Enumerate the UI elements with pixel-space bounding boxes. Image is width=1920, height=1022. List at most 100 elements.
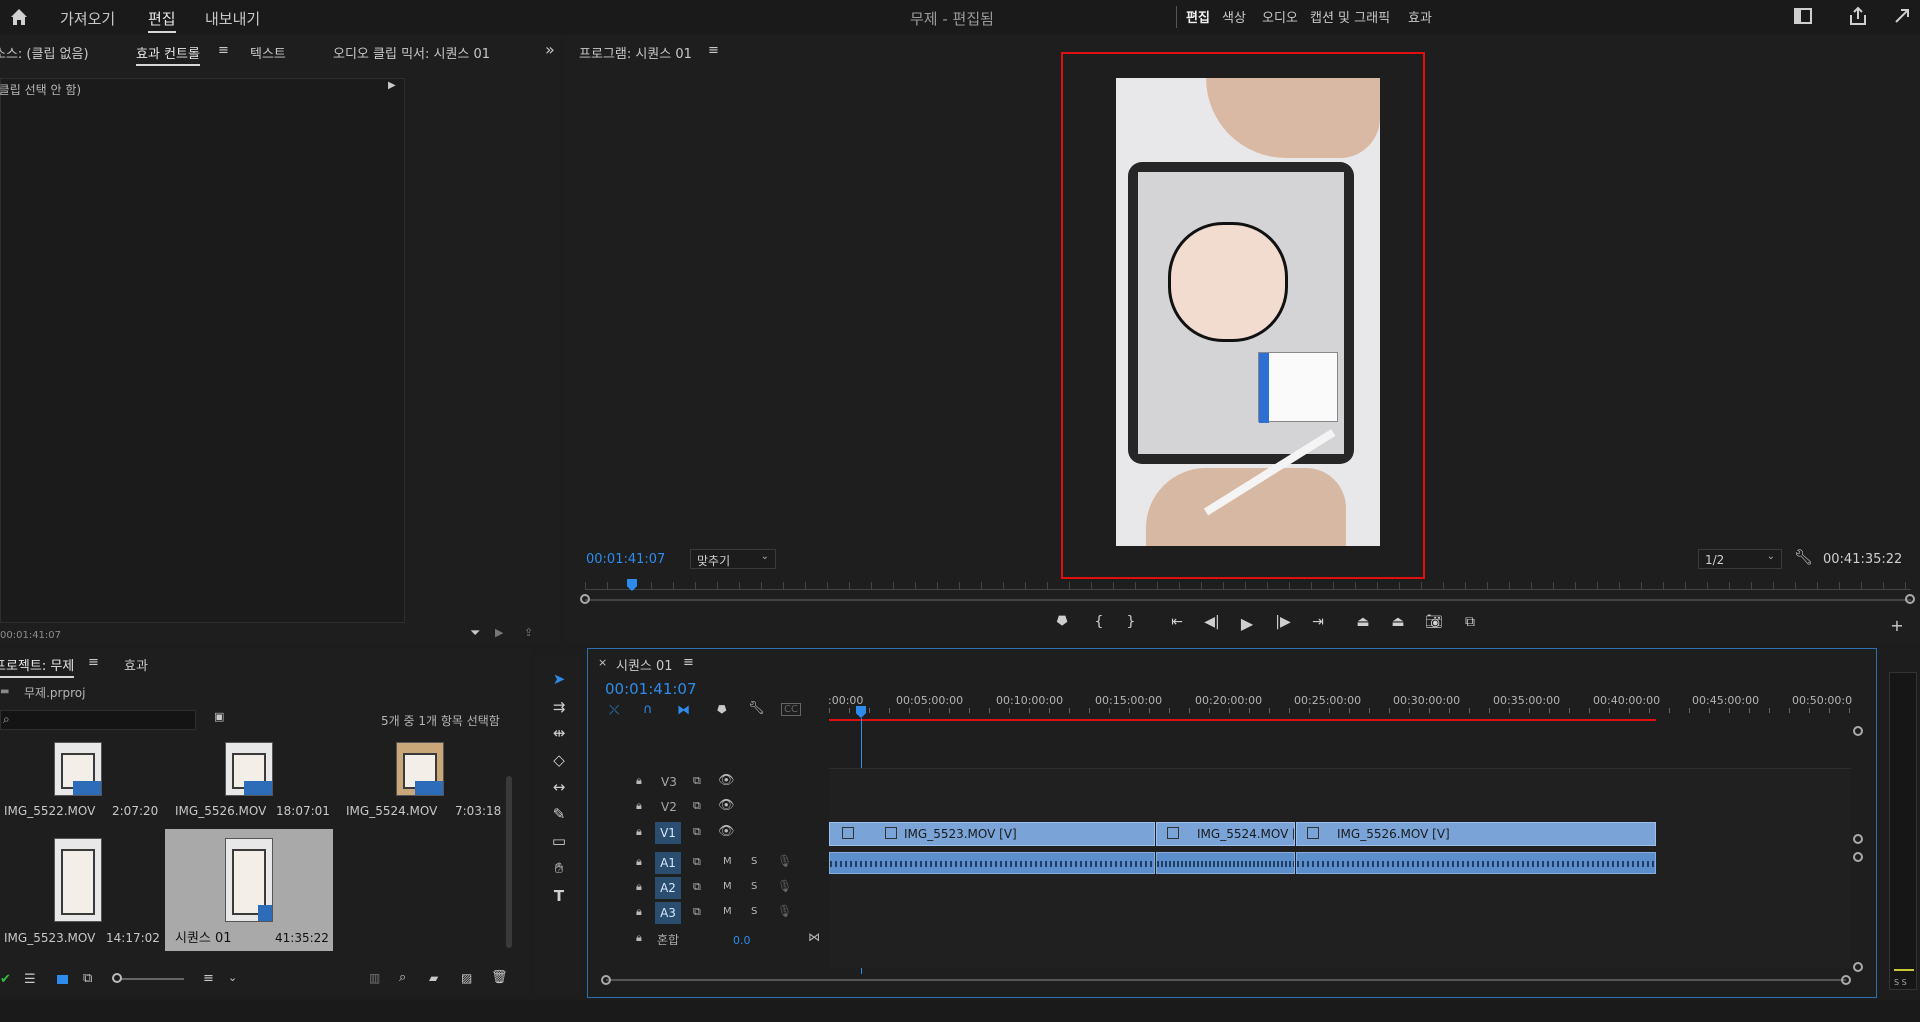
mark-in-icon[interactable]: { bbox=[1088, 614, 1110, 630]
vertical-scroll-handle[interactable] bbox=[1853, 962, 1863, 972]
program-timecode[interactable]: 00:01:41:07 bbox=[586, 552, 665, 567]
audio-clip-img5526[interactable] bbox=[1296, 852, 1656, 874]
tab-export[interactable]: 내보내기 bbox=[205, 8, 260, 29]
track-select-icon[interactable]: ⇉ bbox=[548, 696, 570, 718]
mute-button[interactable]: M bbox=[723, 881, 732, 892]
check-icon[interactable]: ✔ bbox=[0, 972, 11, 987]
automate-icon[interactable]: ▥ bbox=[369, 971, 380, 985]
video-clip-img5523[interactable]: IMG_5523.MOV [V] bbox=[829, 822, 1155, 846]
go-to-end-icon[interactable]: ⋈ bbox=[808, 930, 820, 944]
expand-arrow-icon[interactable]: ▶ bbox=[388, 80, 396, 91]
panel-overflow-icon[interactable]: » bbox=[545, 40, 555, 59]
extract-icon[interactable]: ⏏ bbox=[1387, 614, 1409, 630]
new-bin-icon[interactable]: ▰ bbox=[429, 971, 438, 985]
freeform-view-icon[interactable]: ⧉ bbox=[83, 971, 92, 986]
icon-view-icon[interactable] bbox=[57, 975, 68, 984]
video-clip-img5524[interactable]: IMG_5524.MOV [V] bbox=[1156, 822, 1295, 846]
tab-import[interactable]: 가져오기 bbox=[60, 8, 115, 29]
wrench-icon[interactable]: 🔧︎ bbox=[748, 701, 765, 716]
tab-edit[interactable]: 편집 bbox=[148, 8, 176, 33]
close-icon[interactable]: × bbox=[598, 656, 607, 669]
compare-icon[interactable]: ⧉ bbox=[1459, 614, 1481, 630]
sequence-tab[interactable]: 시퀀스 01 bbox=[616, 655, 673, 674]
track-target-a2[interactable]: A2 bbox=[655, 877, 681, 899]
snap-icon[interactable]: ∩ bbox=[643, 702, 653, 717]
chevron-down-icon[interactable]: ⌄ bbox=[228, 971, 237, 984]
captions-icon[interactable]: CC bbox=[781, 703, 801, 716]
lock-icon[interactable]: 🔒︎ bbox=[636, 774, 642, 788]
horizontal-scrollbar[interactable] bbox=[606, 979, 1846, 981]
hand-icon[interactable]: ✋︎ bbox=[548, 857, 570, 879]
vertical-scroll-handle[interactable] bbox=[1853, 852, 1863, 862]
thumbnail-img5524[interactable] bbox=[396, 742, 444, 796]
menu-icon[interactable]: ≡ bbox=[708, 43, 719, 58]
track-target-a3[interactable]: A3 bbox=[655, 902, 681, 924]
list-view-icon[interactable]: ☰ bbox=[24, 972, 36, 987]
trash-icon[interactable]: 🗑︎ bbox=[491, 970, 508, 985]
track-target-v1[interactable]: V1 bbox=[655, 822, 681, 844]
workspace-effects[interactable]: 효과 bbox=[1408, 7, 1432, 26]
lock-icon[interactable]: 🔒︎ bbox=[636, 905, 642, 919]
pen-icon[interactable]: ✎ bbox=[548, 803, 570, 825]
find-icon[interactable]: ⌕ bbox=[399, 970, 406, 985]
lock-icon[interactable]: 🔒︎ bbox=[636, 799, 642, 813]
menu-icon[interactable]: ≡ bbox=[218, 43, 229, 58]
solo-button[interactable]: S bbox=[751, 906, 757, 917]
mic-icon[interactable]: 🎙︎ bbox=[777, 904, 792, 918]
mute-button[interactable]: M bbox=[723, 856, 732, 867]
zoom-slider-handle[interactable] bbox=[112, 973, 122, 983]
lock-icon[interactable]: 🔒︎ bbox=[636, 931, 642, 945]
share-icon[interactable] bbox=[1848, 6, 1868, 30]
wrench-icon[interactable]: 🔧︎ bbox=[1794, 548, 1813, 566]
workspace-audio[interactable]: 오디오 bbox=[1262, 7, 1298, 26]
eye-icon[interactable]: 👁︎ bbox=[718, 798, 735, 813]
step-forward-icon[interactable]: |▶ bbox=[1272, 614, 1294, 630]
slip-icon[interactable]: ↔ bbox=[548, 776, 570, 798]
marker-icon[interactable]: ⯂ bbox=[716, 703, 726, 718]
program-zoom-bar[interactable] bbox=[585, 599, 1911, 601]
menu-icon[interactable]: ≡ bbox=[88, 655, 99, 670]
thumbnail-img5522[interactable] bbox=[54, 742, 102, 796]
audio-clip-img5524[interactable] bbox=[1156, 852, 1295, 874]
camera-icon[interactable]: 📷︎ bbox=[1423, 614, 1445, 630]
zoom-handle-left[interactable] bbox=[580, 594, 590, 604]
nest-icon[interactable]: ⤬ bbox=[609, 703, 619, 718]
thumbnail-img5523[interactable] bbox=[54, 838, 102, 922]
program-time-ruler[interactable] bbox=[585, 582, 1911, 590]
selection-tool-icon[interactable]: ➤ bbox=[548, 668, 570, 690]
track-target-a1[interactable]: A1 bbox=[655, 852, 681, 874]
panel-layout-icon[interactable] bbox=[1794, 8, 1812, 24]
sequence-item-selected[interactable]: 시퀀스 01 41:35:22 bbox=[165, 829, 333, 951]
solo-button[interactable]: S bbox=[751, 881, 757, 892]
sync-lock-icon[interactable]: ⧉ bbox=[693, 799, 701, 813]
tab-effects[interactable]: 효과 bbox=[124, 655, 148, 674]
solo-button[interactable]: S bbox=[751, 856, 757, 867]
export-frame-icon[interactable]: ⇪ bbox=[524, 626, 533, 639]
play-icon[interactable]: ▶ bbox=[1236, 614, 1258, 633]
lock-icon[interactable]: 🔒︎ bbox=[636, 855, 642, 869]
timeline-timecode[interactable]: 00:01:41:07 bbox=[605, 680, 697, 698]
mix-value[interactable]: 0.0 bbox=[733, 934, 751, 947]
new-item-icon[interactable]: ▨ bbox=[461, 971, 472, 985]
lock-icon[interactable]: 🔒︎ bbox=[636, 880, 642, 894]
mic-icon[interactable]: 🎙︎ bbox=[777, 879, 792, 893]
video-frame[interactable] bbox=[1116, 78, 1380, 546]
project-scrollbar[interactable] bbox=[506, 776, 512, 948]
menu-icon[interactable]: ≡ bbox=[683, 655, 694, 670]
tab-audio-clip-mixer[interactable]: 오디오 클립 믹서: 시퀀스 01 bbox=[333, 43, 490, 62]
workspace-captions[interactable]: 캡션 및 그래픽 bbox=[1310, 7, 1390, 26]
ripple-edit-icon[interactable]: ⇹ bbox=[548, 722, 570, 744]
rectangle-icon[interactable]: ▭ bbox=[548, 830, 570, 852]
sync-lock-icon[interactable]: ⧉ bbox=[693, 855, 701, 869]
linked-select-icon[interactable]: ⧓ bbox=[677, 703, 690, 718]
video-clip-img5526[interactable]: IMG_5526.MOV [V] bbox=[1296, 822, 1656, 846]
go-to-out-icon[interactable]: ⇥ bbox=[1307, 614, 1329, 630]
go-to-in-icon[interactable]: ⇤ bbox=[1166, 614, 1188, 630]
tab-project[interactable]: 프로젝트: 무제 bbox=[0, 655, 75, 678]
horizontal-scroll-handle[interactable] bbox=[1841, 975, 1851, 985]
lift-icon[interactable]: ⏏ bbox=[1352, 614, 1374, 630]
horizontal-scroll-handle[interactable] bbox=[601, 975, 611, 985]
track-label[interactable]: V3 bbox=[661, 775, 677, 789]
tab-effect-controls[interactable]: 효과 컨트롤 bbox=[136, 43, 200, 66]
workspace-color[interactable]: 색상 bbox=[1222, 7, 1246, 26]
